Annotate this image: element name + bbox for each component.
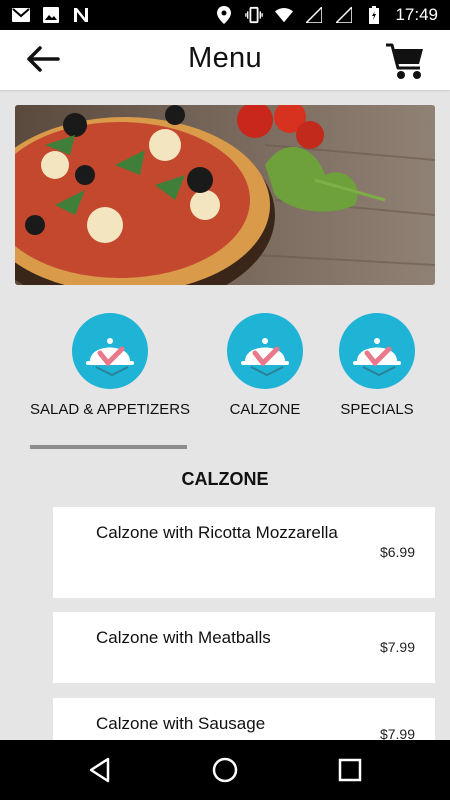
page-title: Menu bbox=[188, 42, 262, 74]
triangle-back-icon bbox=[89, 757, 110, 783]
nav-back-button[interactable] bbox=[84, 754, 116, 786]
nav-home-button[interactable] bbox=[209, 754, 241, 786]
item-name: Calzone with Ricotta Mozzarella bbox=[96, 523, 338, 542]
signal-icon-2 bbox=[335, 6, 353, 24]
category-calzone[interactable]: CALZONE bbox=[225, 313, 305, 418]
menu-item[interactable]: Calzone with Meatballs $7.99 bbox=[53, 612, 435, 683]
status-bar: 17:49 bbox=[0, 0, 450, 30]
circle-home-icon bbox=[212, 757, 238, 783]
menu-item[interactable]: Calzone with Ricotta Mozzarella $6.99 bbox=[53, 507, 435, 598]
battery-icon bbox=[365, 6, 383, 24]
section-title: CALZONE bbox=[181, 469, 269, 489]
cloche-icon bbox=[339, 313, 415, 389]
signal-icon bbox=[305, 6, 323, 24]
clock: 17:49 bbox=[395, 5, 438, 24]
category-label: SPECIALS bbox=[340, 401, 414, 418]
tab-indicator bbox=[30, 445, 187, 449]
category-salad-appetizers[interactable]: SALAD & APPETIZERS bbox=[30, 313, 190, 418]
square-recents-icon bbox=[338, 758, 362, 782]
hero-image bbox=[15, 105, 435, 285]
vibrate-icon bbox=[245, 6, 264, 24]
menu-item[interactable]: Calzone with Sausage $7.99 bbox=[53, 698, 435, 742]
item-price: $7.99 bbox=[379, 639, 415, 655]
navigation-bar bbox=[0, 740, 450, 800]
shopping-cart-icon bbox=[386, 43, 423, 79]
image-icon bbox=[42, 6, 60, 24]
cart-button[interactable] bbox=[384, 42, 426, 82]
nav-recents-button[interactable] bbox=[334, 754, 366, 786]
app-bar: Menu bbox=[0, 30, 450, 90]
n-icon bbox=[72, 6, 90, 24]
gmail-icon bbox=[12, 6, 30, 24]
item-name: Calzone with Meatballs bbox=[96, 628, 271, 647]
cloche-icon bbox=[72, 313, 148, 389]
category-label: CALZONE bbox=[229, 401, 301, 418]
category-specials[interactable]: SPECIALS bbox=[337, 313, 417, 418]
item-name: Calzone with Sausage bbox=[96, 714, 266, 733]
cloche-icon bbox=[227, 313, 303, 389]
item-price: $6.99 bbox=[379, 544, 415, 560]
location-icon bbox=[215, 6, 233, 24]
category-label: SALAD & APPETIZERS bbox=[30, 401, 191, 418]
wifi-icon bbox=[275, 6, 294, 24]
